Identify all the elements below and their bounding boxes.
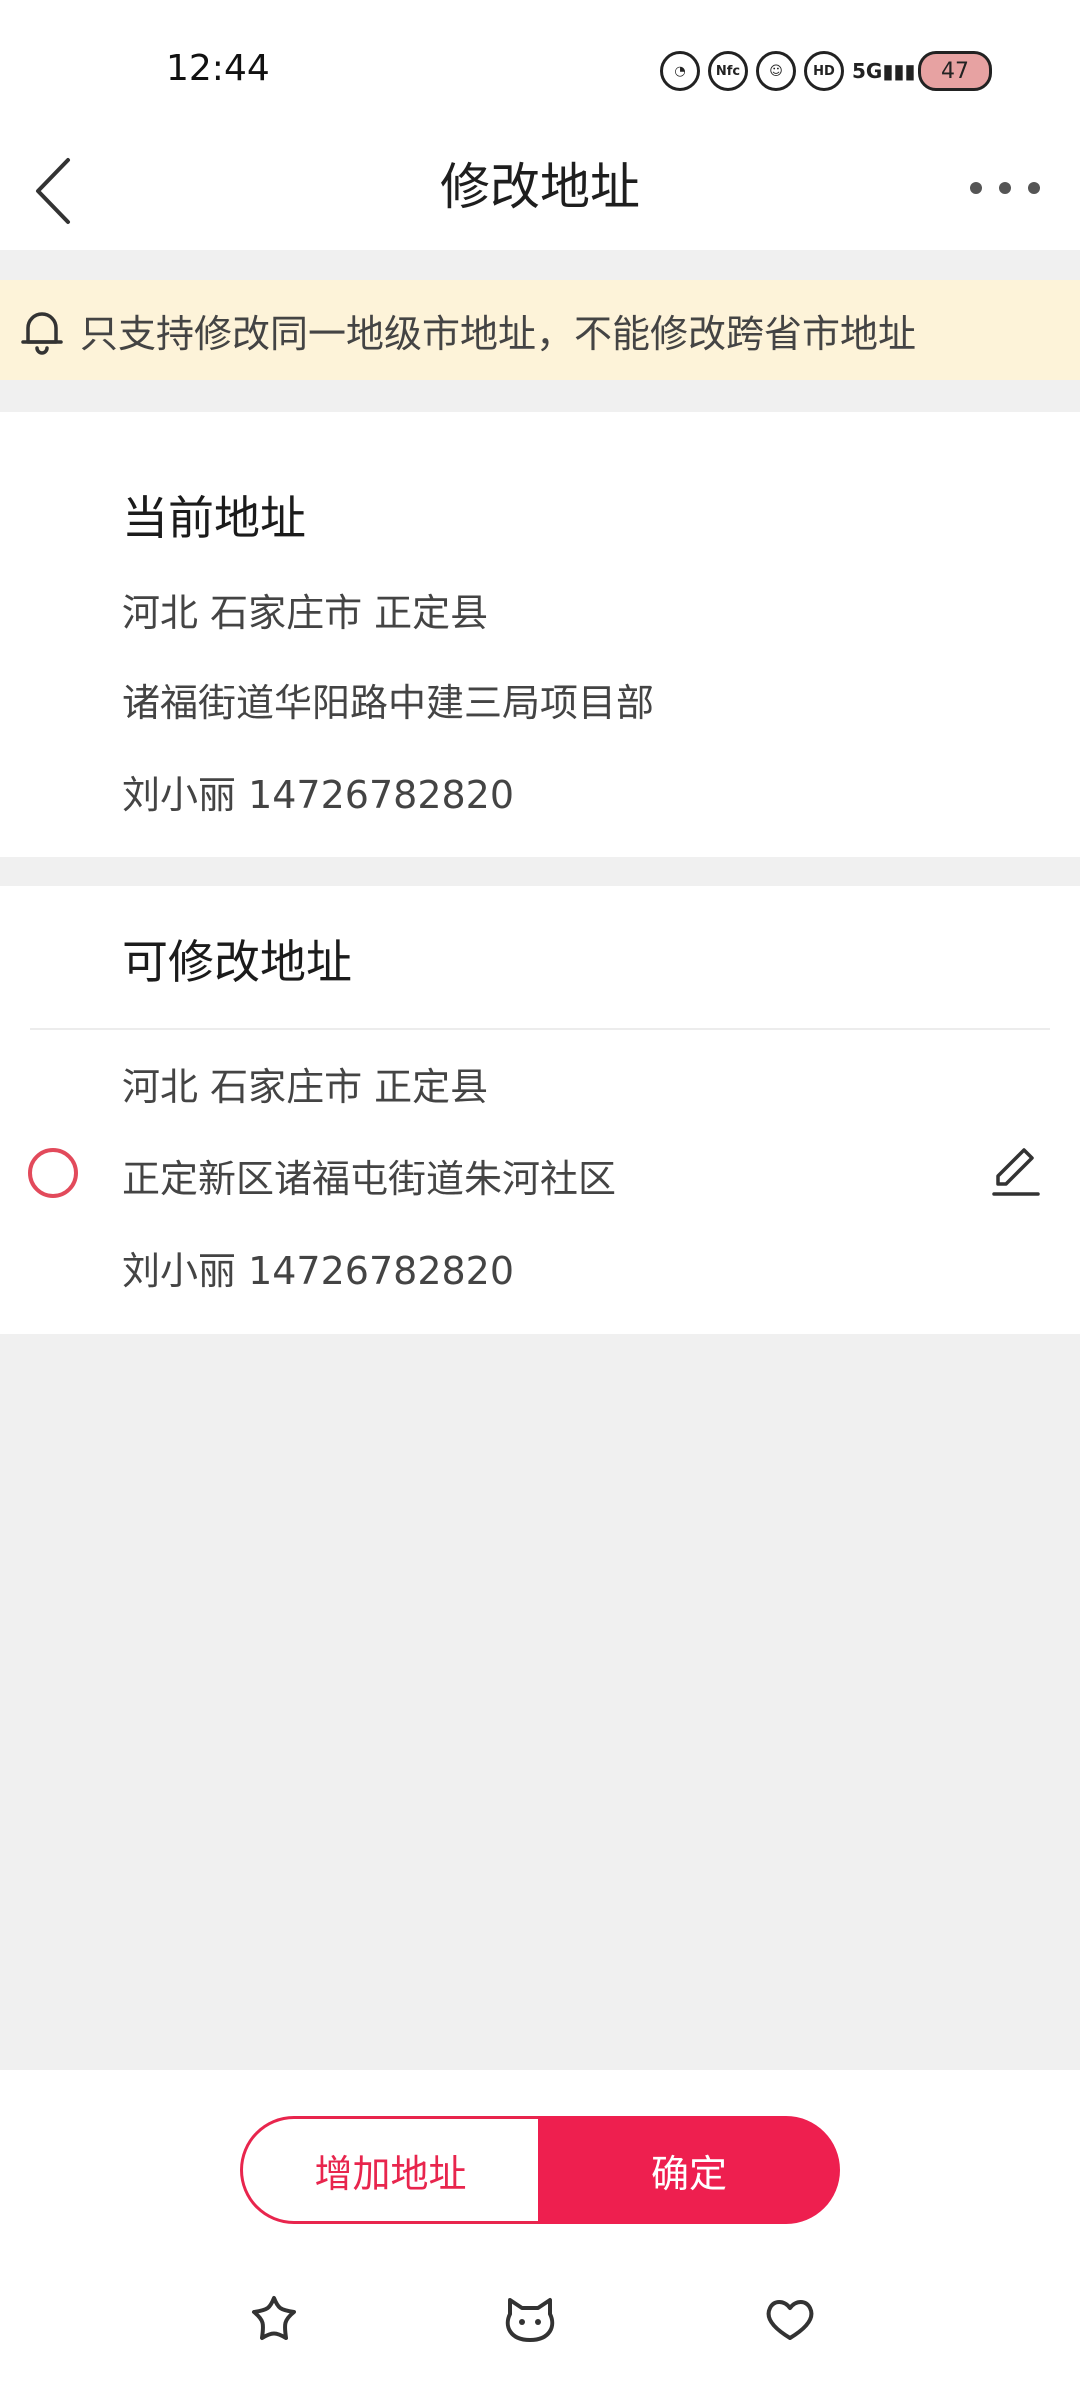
heart-icon[interactable]: [760, 2290, 820, 2350]
editable-address-card: 可修改地址 河北 石家庄市 正定县 正定新区诸福屯街道朱河社区 刘小丽 1472…: [0, 886, 1080, 1334]
assistant-icon: ◔: [660, 51, 700, 91]
add-address-button[interactable]: 增加地址: [240, 2116, 538, 2224]
editable-address-contact: 刘小丽 14726782820: [122, 1249, 515, 1293]
current-address-street: 诸福街道华阳路中建三局项目部: [122, 681, 655, 725]
cat-face-icon[interactable]: [500, 2290, 560, 2350]
divider: [30, 1028, 1050, 1030]
hd-icon: HD: [804, 51, 844, 91]
current-address-region: 河北 石家庄市 正定县: [122, 591, 489, 635]
nfc-icon: Nfc: [708, 51, 748, 91]
action-button-group: 增加地址 确定: [240, 2116, 840, 2224]
notice-banner: 只支持修改同一地级市地址，不能修改跨省市地址: [0, 280, 1080, 380]
battery-level: 47: [941, 58, 969, 84]
address-select-radio[interactable]: [28, 1148, 78, 1198]
status-bar: 12:44 ◔ Nfc ☺ HD 5G▮▮▮ 47: [0, 0, 1080, 130]
5g-signal-icon: 5G▮▮▮: [852, 59, 916, 83]
bottom-bar: 增加地址 确定: [0, 2070, 1080, 2400]
current-address-heading: 当前地址: [122, 491, 306, 545]
signal-label: 5G: [852, 59, 883, 83]
more-options-icon[interactable]: [970, 158, 1040, 218]
status-time: 12:44: [166, 48, 270, 89]
nav-bar: 修改地址: [0, 130, 1080, 250]
editable-address-heading: 可修改地址: [122, 935, 352, 989]
confirm-button[interactable]: 确定: [538, 2116, 840, 2224]
hd-label: HD: [813, 63, 835, 79]
notice-text: 只支持修改同一地级市地址，不能修改跨省市地址: [80, 311, 917, 356]
editable-address-street: 正定新区诸福屯街道朱河社区: [122, 1157, 617, 1201]
smile-icon: ☺: [756, 51, 796, 91]
nfc-label: Nfc: [715, 63, 741, 79]
bell-icon: [21, 312, 63, 355]
edit-pencil-icon[interactable]: [988, 1142, 1044, 1202]
star-icon[interactable]: [244, 2290, 304, 2350]
editable-address-region: 河北 石家庄市 正定县: [122, 1065, 489, 1109]
current-address-card: 当前地址 河北 石家庄市 正定县 诸福街道华阳路中建三局项目部 刘小丽 1472…: [0, 412, 1080, 857]
status-icons: ◔ Nfc ☺ HD 5G▮▮▮ 47: [660, 48, 992, 94]
page-title: 修改地址: [440, 158, 640, 216]
current-address-contact: 刘小丽 14726782820: [122, 773, 515, 817]
battery-icon: 47: [918, 51, 992, 91]
